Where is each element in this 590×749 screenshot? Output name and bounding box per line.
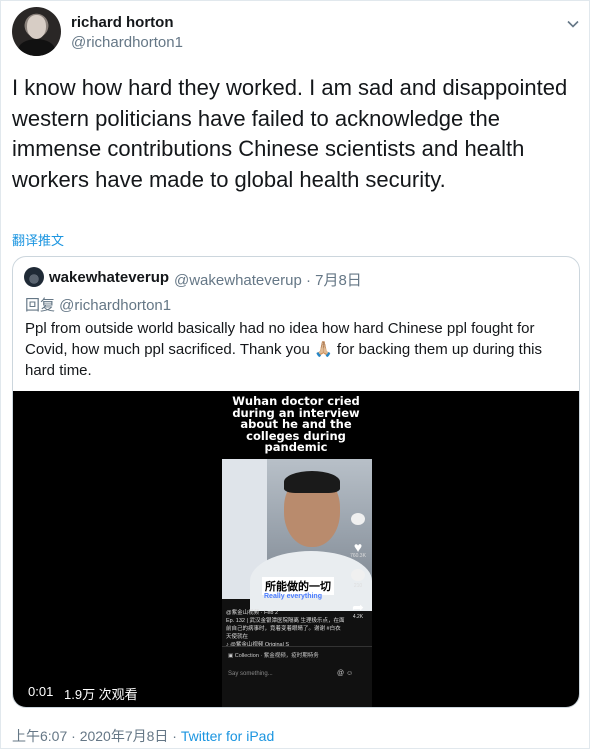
video-frame-phone-screen: 所能做的一切 Really everything ♥ 760.3K 210 ➦ … [222,459,372,707]
phone-side-actions: ♥ 760.3K 210 ➦ 4.2K [348,513,368,630]
phone-comment-placeholder: Say something... [228,671,273,677]
phone-post-meta: @紫金山视频 · Feb 2 Ep. 132 | 武汉金银潭医院隔离 生理极乐点… [226,609,346,649]
scene-person-hair [284,471,340,493]
quoted-author-avatar[interactable] [24,267,44,287]
quoted-tweet-text: Ppl from outside world basically had no … [25,320,542,379]
phone-meta-line: @紫金山视频 · Feb 2 [226,610,279,616]
avatar-face [27,15,46,39]
phone-divider [222,646,372,647]
chevron-down-icon[interactable] [566,17,580,31]
video-view-count: 1.9万 次观看 [64,687,138,702]
author-handle[interactable]: @richardhorton1 [71,34,183,51]
comment-count: 210 [353,583,363,589]
tweet-card: richard horton @richardhorton1 I know ho… [0,0,590,749]
tweet-source-link[interactable]: Twitter for iPad [181,728,274,744]
phone-collection-label: ▣ Collection · 紫金视频，疫时期特务 [228,653,319,659]
translate-link[interactable]: 翻译推文 [12,230,64,249]
video-subtitle-english: Really everything [264,593,322,600]
video-elapsed-time: 0:01 [28,684,54,699]
phone-meta-line: Ep. 132 | 武汉金银潭医院隔离 生理极乐点，在面前自己的病事时，竟着变着… [226,618,345,640]
video-player[interactable]: Wuhan doctor cried during an interview a… [13,391,579,707]
profile-icon [351,513,365,525]
comment-icon [351,569,365,581]
reply-to-label: 回复 @richardhorton1 [25,297,172,314]
video-overlay-title: Wuhan doctor cried during an interview a… [232,394,360,454]
tweet-text: I know how hard they worked. I am sad an… [12,75,568,192]
phone-emoji-icons: @ ☺ [337,670,354,677]
share-count: 4.2K [352,614,364,620]
phone-meta-line: ♪ @紫金山视频 Original S [226,642,290,648]
quoted-author-name[interactable]: wakewhateverup [49,269,169,286]
tweet-header: richard horton @richardhorton1 [12,7,582,59]
author-name[interactable]: richard horton [71,14,174,31]
avatar-body [18,39,55,56]
tweet-footer: 上午6:07 · 2020年7月8日 · Twitter for iPad [12,726,274,746]
like-count: 760.3K [350,553,366,559]
quoted-tweet[interactable]: wakewhateverup @wakewhateverup · 7月8日 回复… [12,256,580,708]
author-avatar[interactable] [12,7,61,56]
quoted-author-handle[interactable]: @wakewhateverup · 7月8日 [174,269,362,290]
tweet-timestamp[interactable]: 上午6:07 · 2020年7月8日 · [12,728,181,744]
